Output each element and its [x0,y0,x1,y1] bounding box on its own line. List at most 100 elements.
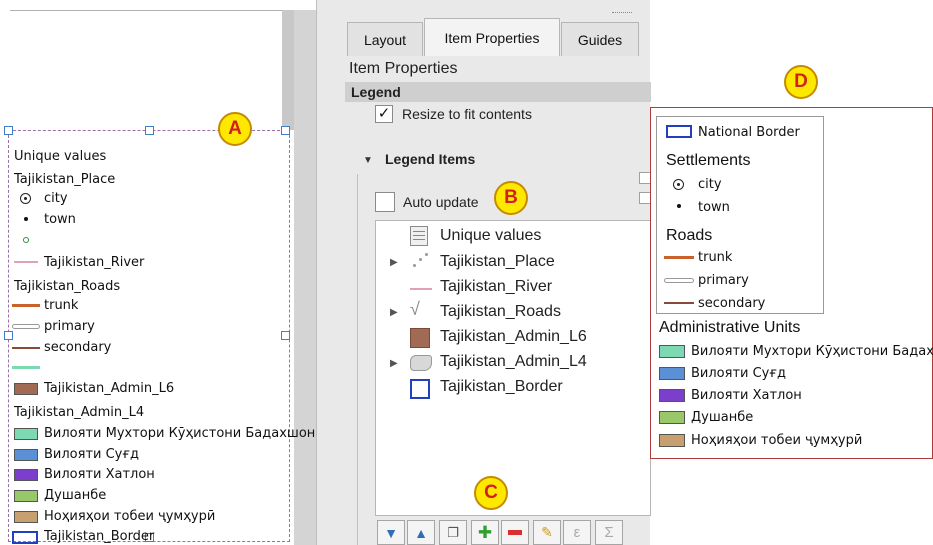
legend-section-header: Legend [345,82,651,102]
add-group-button[interactable]: ❐ [439,520,467,545]
town-symbol-icon [24,217,28,221]
admin6-swatch [14,383,38,395]
expand-arrow-icon[interactable]: ▶ [390,307,398,318]
edit-item-button[interactable]: ✎ [533,520,561,545]
city-symbol-icon [673,179,684,190]
tab-item-properties[interactable]: Item Properties [424,18,560,56]
expand-arrow-icon[interactable]: ▶ [390,358,398,369]
auto-update-label: Auto update [403,194,479,210]
line-layer-icon: √ [410,299,420,319]
admin4-swatch-1 [14,428,38,440]
print-item-town: town [698,200,730,215]
plus-icon: ✚ [477,522,493,542]
callout-badge-b: B [494,181,528,215]
town-symbol-icon [677,204,681,208]
tree-item-admin6[interactable]: Tajikistan_Admin_L6 [440,328,587,346]
polygon-swatch-icon [410,328,430,348]
print-item-city: city [698,177,722,192]
legend-layer-river: Tajikistan_River [44,255,145,270]
print-admin-item: Вилояти Хатлон [691,388,802,403]
resize-handle-l[interactable] [4,331,13,340]
print-item-trunk: trunk [698,250,733,265]
legend-admin4-item: Душанбе [44,488,107,503]
collapse-arrow-icon[interactable]: ▼ [363,155,373,166]
remove-item-button[interactable] [501,520,529,545]
canvas-top-edge [10,10,282,11]
legend-admin4-item: Вилояти Суғд [44,447,140,462]
expand-arrow-icon[interactable]: ▶ [390,257,398,268]
tree-item-unique-values[interactable]: Unique values [440,227,541,245]
admin4-swatch-3 [14,469,38,481]
legend-item-secondary: secondary [44,340,112,355]
admin-swatch-5 [659,434,685,447]
river-line-icon [14,261,38,263]
auto-update-checkbox[interactable] [375,192,395,212]
trunk-line-icon [12,304,40,307]
legend-layer-roads: Tajikistan_Roads [14,279,121,294]
panel-title: Item Properties [349,60,458,77]
legend-layer-border: Tajikistan_Border [44,529,155,544]
resize-handle-r[interactable] [281,331,290,340]
tree-item-admin4[interactable]: Tajikistan_Admin_L4 [440,353,587,371]
panel-grip[interactable] [612,12,632,16]
legend-items-tree[interactable]: Unique values ▶ Tajikistan_Place Tajikis… [375,220,651,516]
resize-handle-tl[interactable] [4,126,13,135]
add-item-button[interactable]: ✚ [471,520,499,545]
print-item-secondary: secondary [698,296,766,311]
secondary-line-icon [664,302,694,304]
tree-item-border[interactable]: Tajikistan_Border [440,378,563,396]
expression-button[interactable]: ε [563,520,591,545]
tab-layout[interactable]: Layout [347,22,423,56]
print-roads-title: Roads [666,227,713,244]
tab-guides[interactable]: Guides [561,22,639,56]
river-line-icon [410,288,432,290]
resize-handle-t[interactable] [145,126,154,135]
item-properties-panel: Layout Item Properties Guides Item Prope… [316,0,651,545]
tree-item-place[interactable]: Tajikistan_Place [440,253,555,271]
primary-line-icon [12,324,40,329]
print-item-primary: primary [698,273,749,288]
border-swatch-icon [410,379,430,399]
secondary-line-icon [12,347,40,349]
tree-item-river[interactable]: Tajikistan_River [440,278,552,296]
legend-layer-admin6: Tajikistan_Admin_L6 [44,381,175,396]
tree-item-roads[interactable]: Tajikistan_Roads [440,303,561,321]
city-symbol-icon [20,193,31,204]
print-settlements-title: Settlements [666,152,751,169]
border-swatch [12,531,38,544]
legend-item-trunk: trunk [44,298,79,313]
sum-button[interactable]: Σ [595,520,623,545]
unnamed-place-icon [23,237,29,243]
admin4-swatch-5 [14,511,38,523]
minus-icon [508,530,522,535]
move-down-button[interactable]: ▼ [377,520,405,545]
admin-swatch-1 [659,345,685,358]
primary-line-icon [664,278,694,283]
legend-admin4-item: Ноҳияҳои тобеи ҷумҳурӣ [44,509,216,524]
move-up-button[interactable]: ▲ [407,520,435,545]
admin-swatch-2 [659,367,685,380]
callout-badge-d: D [784,65,818,99]
legend-heading: Unique values [14,149,107,164]
sigma-icon: Σ [604,524,614,541]
polygon-layer-icon [410,355,432,371]
legend-items-header[interactable]: Legend Items [385,151,475,167]
legend-layer-admin4: Tajikistan_Admin_L4 [14,405,145,420]
resize-label: Resize to fit contents [402,106,532,122]
resize-handle-tr[interactable] [281,126,290,135]
pencil-icon: ✎ [541,524,553,540]
print-admin-item: Ноҳияҳои тобеи ҷумҳурӣ [691,433,863,448]
national-border-swatch [666,125,692,138]
arrow-down-icon: ▼ [384,524,398,541]
canvas-scrollbar-area[interactable] [294,10,316,545]
arrow-up-icon: ▲ [414,524,428,541]
legend-item-city: city [44,191,68,206]
map-canvas-panel: Unique values Tajikistan_Place city town… [0,0,316,545]
epsilon-icon: ε [573,524,581,541]
legend-item-town: town [44,212,76,227]
trunk-line-icon [664,256,694,259]
print-admin-item: Вилояти Суғд [691,366,787,381]
resize-checkbox[interactable]: ✓ [375,105,393,123]
print-admin-title: Administrative Units [659,319,801,336]
point-layer-icon [410,251,430,271]
